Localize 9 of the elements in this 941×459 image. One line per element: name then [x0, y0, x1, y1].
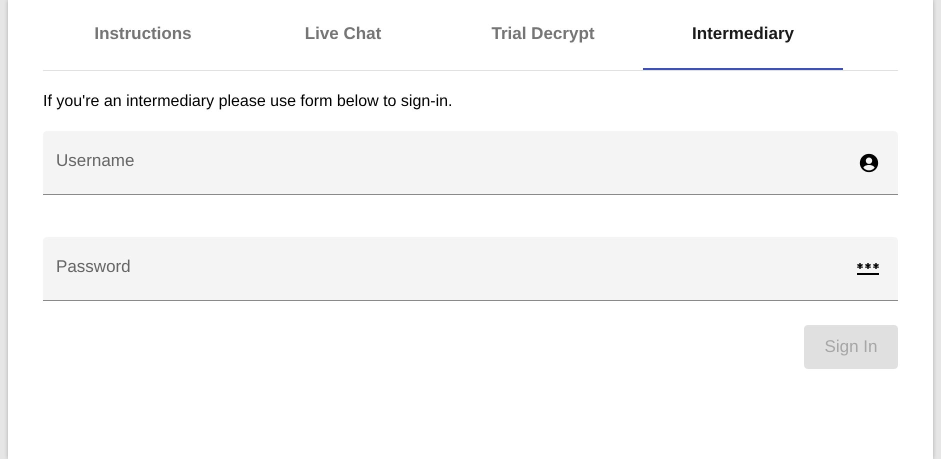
- password-field[interactable]: Password: [43, 237, 898, 301]
- password-icon: [856, 261, 880, 277]
- tab[interactable]: Instructions: [43, 0, 243, 70]
- tab[interactable]: Live Chat: [243, 0, 443, 70]
- tab[interactable]: Intermediary: [643, 0, 843, 70]
- account-icon: [858, 152, 880, 174]
- instruction-text: If you're an intermediary please use form below to sign-in.: [43, 92, 454, 112]
- username-field[interactable]: Username: [43, 131, 898, 195]
- tab[interactable]: Trial Decrypt: [443, 0, 643, 70]
